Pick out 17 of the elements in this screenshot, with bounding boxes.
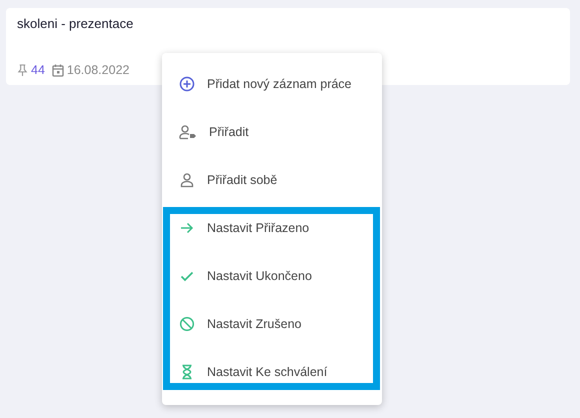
pin-icon — [17, 64, 28, 76]
menu-item[interactable]: Nastavit Přiřazeno — [162, 204, 382, 252]
menu-item[interactable]: Přiřadit — [162, 108, 382, 156]
menu-item[interactable]: Nastavit Ukončeno — [162, 252, 382, 300]
menu-item[interactable]: Nastavit Zrušeno — [162, 300, 382, 348]
task-title: skoleni - prezentace — [17, 16, 134, 31]
user-icon — [179, 172, 195, 188]
arrow-right-icon — [179, 220, 195, 236]
ban-icon — [179, 316, 195, 332]
calendar-icon — [52, 64, 64, 76]
menu-item[interactable]: Přidat nový záznam práce — [162, 60, 382, 108]
user-tag-icon — [179, 124, 197, 140]
plus-circle-icon — [179, 76, 195, 92]
menu-item[interactable]: Přiřadit sobě — [162, 156, 382, 204]
pin-count: 44 — [31, 63, 45, 77]
menu-item[interactable]: Nastavit Ke schválení — [162, 348, 382, 396]
date-text: 16.08.2022 — [66, 63, 130, 77]
